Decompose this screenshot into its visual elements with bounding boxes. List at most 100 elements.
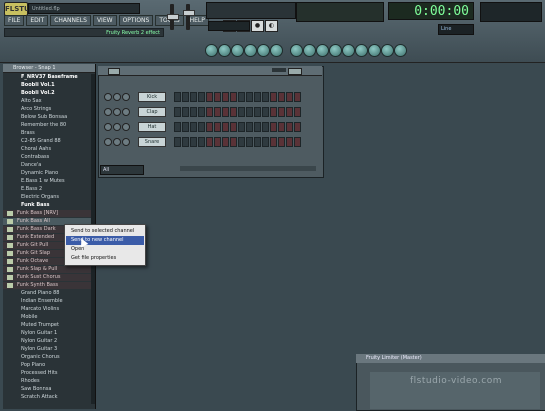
step-button[interactable] [246,137,253,147]
browser-item[interactable]: Contrabass [3,154,91,161]
settings-icon[interactable] [394,44,407,57]
channel-button[interactable]: Clap [138,107,166,117]
context-menu-item[interactable]: Send to selected channel [71,227,143,236]
step-button[interactable] [262,122,269,132]
step-button[interactable] [294,92,301,102]
step-button[interactable] [246,107,253,117]
blend-icon[interactable] [218,44,231,57]
step-button[interactable] [174,122,181,132]
step-button[interactable] [294,137,301,147]
step-button[interactable] [206,137,213,147]
browser-item[interactable]: Nylon Guitar 3 [3,346,91,353]
step-button[interactable] [222,92,229,102]
step-button[interactable] [222,137,229,147]
step-button[interactable] [230,92,237,102]
step-button[interactable] [294,122,301,132]
step-button[interactable] [262,137,269,147]
master-volume-handle[interactable] [167,14,179,20]
browser-item[interactable]: Saw Bonnsa [3,386,91,393]
step-button[interactable] [206,122,213,132]
menu-options[interactable]: OPTIONS [118,15,154,26]
channel-button[interactable]: Hat [138,122,166,132]
channel-filter-select[interactable]: All [100,165,144,175]
playlist-icon[interactable] [290,44,303,57]
step-button[interactable] [214,122,221,132]
rack-menu-button[interactable] [288,68,302,75]
step-button[interactable] [174,137,181,147]
channel-volume-knob[interactable] [122,138,130,146]
browser-item[interactable]: E.Bass 1 w Mutes [3,178,91,185]
browser-item[interactable]: Below Sub Bonsaa [3,114,91,121]
browser-item[interactable]: Marcato Violins [3,306,91,313]
browser-item[interactable]: Funk Bass [3,202,91,209]
browser-item[interactable]: Indian Ensemble [3,298,91,305]
tempo-display[interactable] [208,21,250,31]
browser-item[interactable]: Alto Sax [3,98,91,105]
step-button[interactable] [182,137,189,147]
browser-item[interactable]: Muted Trumpet [3,322,91,329]
record-icon[interactable]: ● [251,20,264,32]
browser-item[interactable]: Organic Chorus [3,354,91,361]
menu-channels[interactable]: CHANNELS [50,15,91,26]
step-button[interactable] [278,137,285,147]
browser-item[interactable]: E.Bass 2 [3,186,91,193]
channel-led[interactable] [104,138,112,146]
channel-led[interactable] [104,123,112,131]
pattern-song-toggle[interactable]: ◐ [265,20,278,32]
step-icon[interactable] [270,44,283,57]
step-button[interactable] [230,122,237,132]
browser-item[interactable]: Rhodes [3,378,91,385]
help-icon[interactable] [381,44,394,57]
step-button[interactable] [174,107,181,117]
master-pitch-slider[interactable] [186,4,190,30]
step-button[interactable] [182,107,189,117]
channel-button[interactable]: Snare [138,137,166,147]
browser-item[interactable]: Electric Organs [3,194,91,201]
step-button[interactable] [238,122,245,132]
step-button[interactable] [238,137,245,147]
step-button[interactable] [286,107,293,117]
step-button[interactable] [238,92,245,102]
step-button[interactable] [190,137,197,147]
browser-item[interactable]: Boobli Vol.2 [3,90,91,97]
channel-pan-knob[interactable] [113,108,121,116]
step-button[interactable] [182,122,189,132]
step-button[interactable] [174,92,181,102]
project-info-icon[interactable] [368,44,381,57]
channel-led[interactable] [104,108,112,116]
step-button[interactable] [206,107,213,117]
channel-pan-knob[interactable] [113,123,121,131]
channel-pan-knob[interactable] [113,93,121,101]
step-button[interactable] [254,92,261,102]
step-button[interactable] [198,137,205,147]
browser-header[interactable]: Browser - Snap 1 [3,64,95,73]
pattern-icon[interactable] [205,44,218,57]
context-menu-item[interactable]: Get file properties [71,254,143,263]
piano-roll-icon[interactable] [316,44,329,57]
swing-slider[interactable] [272,68,286,72]
step-button[interactable] [278,122,285,132]
menu-file[interactable]: FILE [4,15,25,26]
step-button[interactable] [270,107,277,117]
step-button[interactable] [182,92,189,102]
pattern-selector[interactable] [296,2,384,22]
step-button[interactable] [222,122,229,132]
countdown-icon[interactable] [257,44,270,57]
channel-led[interactable] [104,93,112,101]
step-button[interactable] [206,92,213,102]
browser-item[interactable]: Funk Synth Bass [3,282,91,289]
browser-item[interactable]: Grand Piano 88 [3,290,91,297]
browser-item[interactable]: Funk Sust Chorus [3,274,91,281]
channel-volume-knob[interactable] [122,108,130,116]
step-sequencer-icon[interactable] [303,44,316,57]
browser-item[interactable]: Processed Hits [3,370,91,377]
browser-item[interactable]: Dance'a [3,162,91,169]
step-button[interactable] [214,92,221,102]
browser-item[interactable]: Remember the 80 [3,122,91,129]
browser-item[interactable]: Dynamic Piano [3,170,91,177]
snap-select[interactable]: Line [438,24,474,35]
browser-item[interactable]: Funk Slap & Pull [3,266,91,273]
browser-item[interactable]: Scratch Attack [3,394,91,401]
browser-item[interactable]: Nylon Guitar 2 [3,338,91,345]
step-button[interactable] [198,122,205,132]
